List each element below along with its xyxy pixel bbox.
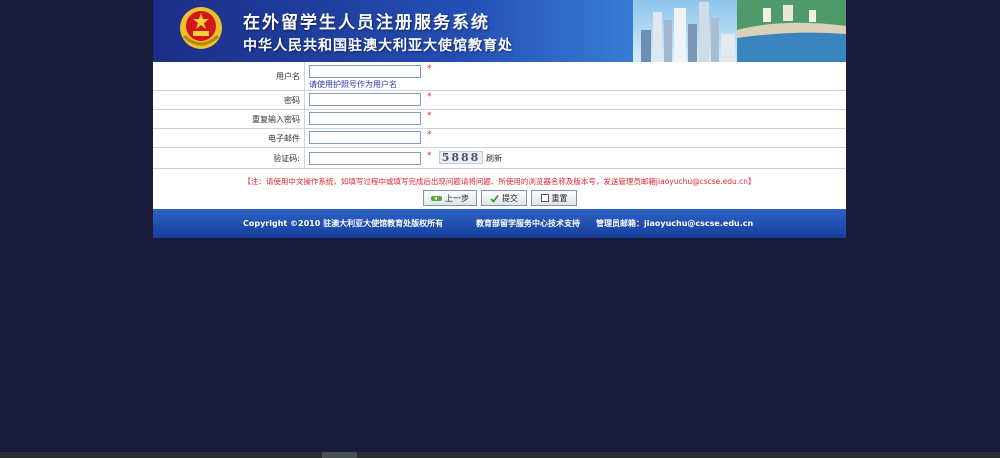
taskbar-item[interactable] (322, 452, 357, 458)
username-row: 用户名 * 请使用护照号作为用户名 (153, 62, 846, 91)
required-marker: * (427, 151, 432, 161)
check-icon (490, 194, 499, 203)
back-arrow-icon (431, 195, 442, 201)
national-emblem-icon (180, 7, 222, 49)
captcha-row: 验证码: * 5888 刷新 (153, 148, 846, 169)
required-marker: * (427, 64, 432, 74)
system-title: 在外留学生人员注册服务系统 (243, 13, 490, 33)
password-input[interactable] (309, 93, 421, 106)
required-marker: * (427, 92, 432, 102)
required-marker: * (427, 111, 432, 121)
embassy-subtitle: 中华人民共和国驻澳大利亚大使馆教育处 (243, 38, 513, 54)
reset-button[interactable]: 重置 (531, 190, 577, 206)
admin-email-text: 管理员邮箱：jiaoyuchu@cscse.edu.cn (596, 219, 754, 228)
password-label: 密码 (153, 91, 305, 109)
confirm-password-label: 重复输入密码 (153, 110, 305, 128)
prev-step-button[interactable]: 上一步 (423, 190, 477, 206)
captcha-refresh-link[interactable]: 刷新 (486, 153, 502, 164)
prev-step-label: 上一步 (445, 193, 469, 203)
registration-page: 在外留学生人员注册服务系统 中华人民共和国驻澳大利亚大使馆教育处 用户名 * 请… (153, 0, 846, 238)
email-label: 电子邮件 (153, 129, 305, 147)
password-row: 密码 * (153, 91, 846, 110)
captcha-input[interactable] (309, 152, 421, 165)
captcha-label: 验证码: (153, 148, 305, 168)
username-hint: 请使用护照号作为用户名 (309, 80, 397, 89)
captcha-image[interactable]: 5888 (439, 151, 483, 164)
confirm-password-row: 重复输入密码 * (153, 110, 846, 129)
username-input[interactable] (309, 65, 421, 78)
reset-box-icon (540, 194, 549, 202)
os-taskbar (0, 452, 1000, 458)
submit-label: 提交 (502, 193, 518, 203)
city-skyline-image (633, 0, 846, 62)
copyright-text: Copyright ©2010 驻澳大利亚大使馆教育处版权所有 (243, 219, 444, 228)
submit-button[interactable]: 提交 (481, 190, 527, 206)
tech-support-text: 教育部留学服务中心技术支持 (476, 219, 580, 228)
required-marker: * (427, 130, 432, 140)
username-label: 用户名 (153, 62, 305, 90)
notice-text: 【注：请使用中文操作系统，如填写过程中或填写完成后出现问题请将问题、所使用的浏览… (243, 177, 756, 186)
reset-label: 重置 (551, 193, 568, 203)
email-row: 电子邮件 * (153, 129, 846, 148)
confirm-password-input[interactable] (309, 112, 421, 125)
email-input[interactable] (309, 131, 421, 144)
header-banner: 在外留学生人员注册服务系统 中华人民共和国驻澳大利亚大使馆教育处 (153, 0, 846, 62)
footer: Copyright ©2010 驻澳大利亚大使馆教育处版权所有 教育部留学服务中… (153, 209, 846, 238)
